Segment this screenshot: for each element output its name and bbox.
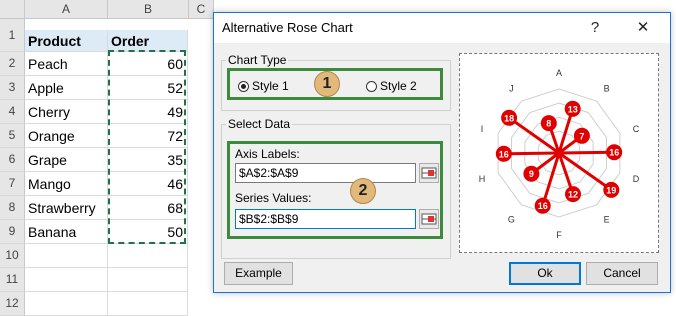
row-header[interactable]: 11 [0,268,25,292]
spoke-value-label: 13 [568,104,578,114]
row-header[interactable]: 7 [0,172,25,196]
empty-cell[interactable] [25,292,108,316]
empty-cell[interactable] [108,292,188,316]
title-bar[interactable]: Alternative Rose Chart ? ✕ [214,13,670,43]
axis-letter: I [481,124,484,134]
column-header-c[interactable]: C [189,0,214,19]
row-header[interactable]: 2 [0,52,25,76]
radio-selected-icon [238,80,249,92]
rose-chart-svg: A B C D E F G H I J 13 7 16 19 12 16 9 16 18 8 [479,68,640,240]
empty-cell[interactable] [25,268,108,292]
product-cell[interactable]: Cherry [25,100,108,124]
spoke-value-label: 19 [606,185,616,195]
series-values-label: Series Values: [235,191,312,205]
column-header-b[interactable]: B [108,0,189,19]
style-2-label: Style 2 [380,79,417,93]
axis-letter: D [633,174,640,184]
chart-type-legend: Chart Type [228,53,287,67]
spoke-value-label: 18 [504,113,514,123]
product-cell[interactable]: Banana [25,220,108,244]
axis-letter: E [604,215,610,225]
cancel-button[interactable]: Cancel [586,262,658,285]
rose-spoke [503,151,560,156]
help-button[interactable]: ? [584,17,606,39]
spoke-value-label: 16 [609,148,619,158]
product-cell[interactable]: Orange [25,124,108,148]
spoke-value-label: 16 [499,149,509,159]
spoke-value-label: 7 [579,131,584,141]
axis-letter: F [556,230,562,240]
axis-letter: G [508,215,515,225]
radio-unselected-icon [366,80,377,92]
copy-marquee [108,50,186,244]
product-cell[interactable]: Strawberry [25,196,108,220]
range-select-icon [421,167,437,179]
row-header[interactable]: 6 [0,148,25,172]
step-badge-2: 2 [350,178,376,204]
axis-letter: C [633,124,640,134]
style-2-radio[interactable]: Style 2 [366,79,417,93]
chart-type-highlight: Style 1 Style 2 1 [227,68,443,100]
row-header[interactable]: 12 [0,292,25,316]
alternative-rose-chart-dialog: Alternative Rose Chart ? ✕ Chart Type St… [213,12,671,293]
row-header[interactable]: 4 [0,100,25,124]
axis-labels-range-button[interactable] [419,163,439,183]
product-cell[interactable]: Mango [25,172,108,196]
rose-chart-preview: A B C D E F G H I J 13 7 16 19 12 16 9 16 18 8 [459,53,659,253]
empty-cell[interactable] [108,244,188,268]
header-cell-product[interactable]: Product [25,30,108,52]
axis-letter: H [479,174,486,184]
product-cell[interactable]: Apple [25,76,108,100]
spoke-value-label: 8 [546,119,551,129]
product-cell[interactable]: Peach [25,52,108,76]
dialog-title: Alternative Rose Chart [222,20,353,35]
spoke-value-label: 16 [538,201,548,211]
spoke-value-label: 12 [568,190,578,200]
row-header[interactable]: 5 [0,124,25,148]
style-1-radio[interactable]: Style 1 [238,79,289,93]
select-data-highlight: Axis Labels: $A$2:$A$9 Series Values: $B… [227,141,443,239]
range-select-icon [421,213,437,225]
axis-letter: A [556,68,562,78]
rose-spoke [558,150,615,155]
header-cell-order[interactable]: Order [108,30,188,52]
spoke-value-label: 9 [529,169,534,179]
product-cell[interactable]: Grape [25,148,108,172]
empty-cell[interactable] [25,244,108,268]
series-values-input[interactable]: $B$2:$B$9 [235,209,416,229]
row-header[interactable]: 3 [0,76,25,100]
row-header[interactable]: 9 [0,220,25,244]
axis-letter: B [604,84,610,94]
row-header[interactable]: 8 [0,196,25,220]
select-data-legend: Select Data [228,117,291,131]
series-values-range-button[interactable] [419,209,439,229]
empty-cell[interactable] [108,268,188,292]
style-1-label: Style 1 [252,79,289,93]
ok-button[interactable]: Ok [509,262,581,285]
close-button[interactable]: ✕ [632,17,654,39]
axis-letter: J [509,84,514,94]
row-header[interactable]: 1 [0,19,25,52]
column-header-a[interactable]: A [25,0,108,19]
step-badge-1: 1 [314,71,340,97]
axis-labels-input[interactable]: $A$2:$A$9 [235,163,416,183]
row-header[interactable]: 10 [0,244,25,268]
example-button[interactable]: Example [224,262,293,285]
axis-labels-label: Axis Labels: [235,147,300,161]
select-all-corner[interactable] [0,0,25,19]
